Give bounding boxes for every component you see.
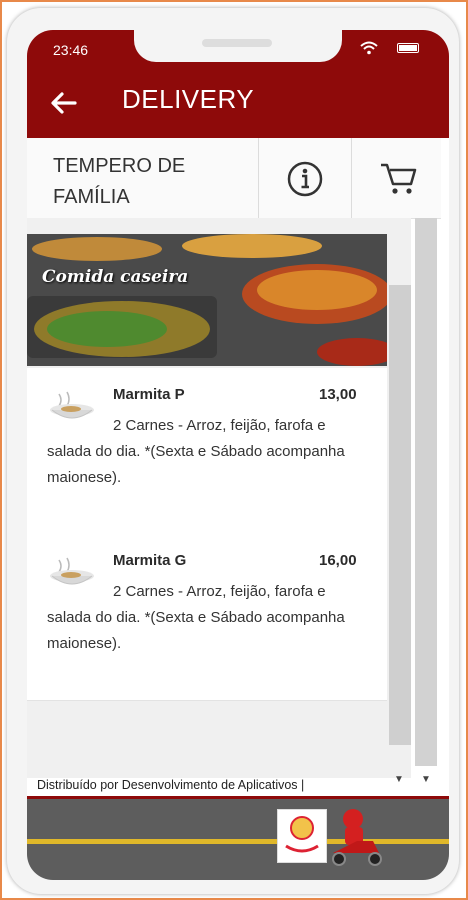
restaurant-header: TEMPERO DE FAMÍLIA	[27, 138, 441, 219]
scroll-down-arrow-icon[interactable]: ▼	[394, 774, 404, 785]
banner-caption: Comida caseira	[42, 267, 189, 287]
speaker-grille	[202, 39, 272, 47]
device-notch	[134, 30, 342, 62]
delivery-scooter-icon	[327, 805, 387, 874]
menu-item-marmita-g[interactable]: Marmita G 16,00 2 Carnes - Arroz, feijão…	[27, 534, 387, 701]
restaurant-name: TEMPERO DE FAMÍLIA	[53, 155, 186, 208]
footer-banner	[27, 796, 449, 880]
status-time: 23:46	[53, 42, 89, 58]
cart-icon	[379, 160, 417, 201]
inner-scrollbar[interactable]	[389, 285, 411, 745]
info-icon	[286, 160, 324, 203]
item-price: 13,00	[319, 386, 357, 403]
item-description: 2 Carnes - Arroz, feijão, farofa e salad…	[47, 583, 345, 652]
menu-list: Comida caseira Marmita P 13,00 2 Carnes …	[27, 218, 411, 778]
info-button[interactable]	[258, 138, 352, 218]
back-arrow-icon[interactable]	[49, 88, 79, 118]
item-price: 16,00	[319, 552, 357, 569]
cart-button[interactable]	[351, 138, 441, 218]
outer-scrollbar[interactable]	[415, 218, 437, 766]
battery-icon	[397, 43, 419, 53]
page-title: DELIVERY	[122, 84, 255, 114]
restaurant-logo	[277, 809, 327, 863]
scroll-down-arrow-icon[interactable]: ▼	[421, 774, 431, 785]
footer-credit: Distribuído por Desenvolvimento de Aplic…	[37, 778, 305, 792]
menu-item-marmita-p[interactable]: Marmita P 13,00 2 Carnes - Arroz, feijão…	[27, 368, 387, 535]
app-header: DELIVERY	[27, 66, 449, 138]
phone-frame: 23:46 DELIVERY TEMPERO DE FAMÍLIA Comida…	[7, 8, 459, 894]
status-bar: 23:46	[27, 30, 449, 66]
item-name: Marmita G	[113, 552, 187, 569]
item-description: 2 Carnes - Arroz, feijão, farofa e salad…	[47, 417, 345, 486]
menu-banner-image: Comida caseira	[27, 234, 387, 366]
app-screen: 23:46 DELIVERY TEMPERO DE FAMÍLIA Comida…	[27, 30, 449, 880]
wifi-icon	[360, 41, 378, 60]
item-name: Marmita P	[113, 386, 185, 403]
